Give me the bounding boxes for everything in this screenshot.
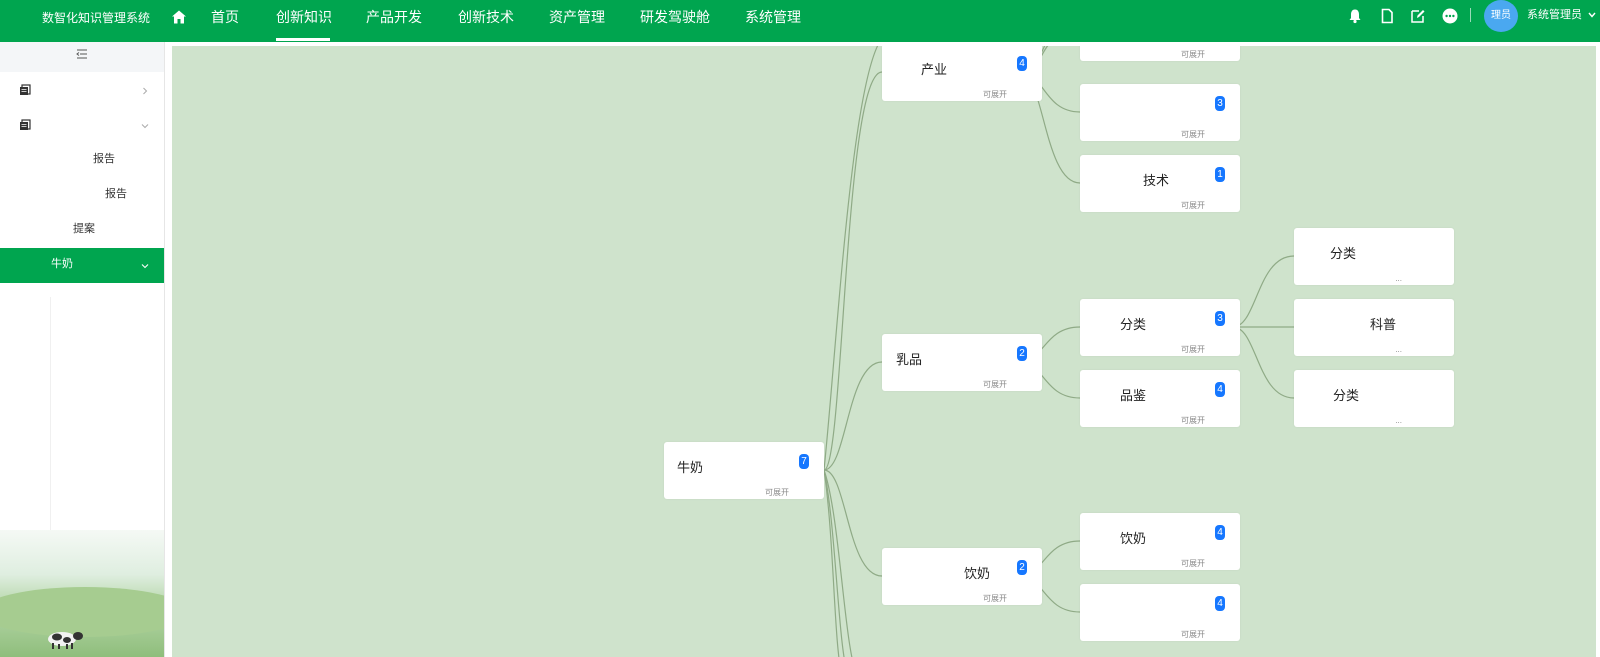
mindmap-node-milk-drinking-child-2[interactable]: 4 可展开	[1080, 584, 1240, 641]
node-count-badge: 2	[1017, 560, 1027, 575]
sidebar-item-report-1[interactable]: 报告	[0, 143, 164, 178]
mindmap-node-category-child-3[interactable]: 分类 ...	[1294, 370, 1454, 427]
node-label: 分类	[1330, 246, 1357, 261]
node-label: 饮奶	[1120, 531, 1147, 546]
sidebar-item-label: 报告	[93, 153, 115, 165]
chevron-down-icon	[141, 124, 149, 129]
node-expand-hint: 可展开	[983, 90, 1007, 99]
mindmap-node-root[interactable]: 牛奶 7 可展开	[664, 442, 824, 499]
mindmap-node-popular-science[interactable]: 科普 ...	[1294, 299, 1454, 356]
mindmap-node-industry-child-2[interactable]: 3 可展开	[1080, 84, 1240, 141]
app-title: 数智化知识管理系统	[42, 11, 151, 25]
node-count-badge: 3	[1215, 311, 1225, 326]
node-count-badge: 7	[799, 454, 809, 469]
sidebar-collapse-toggle[interactable]	[0, 42, 164, 72]
mindmap-node-milk-drinking[interactable]: 饮奶 2 可展开	[882, 548, 1042, 605]
sidebar-item-report-2[interactable]: 报告	[0, 178, 164, 213]
avatar[interactable]: 理员	[1484, 0, 1518, 32]
sidebar: 报告 报告 提案 牛奶	[0, 42, 165, 657]
nav-innovation-knowledge[interactable]: 创新知识	[276, 9, 332, 25]
home-icon[interactable]	[171, 9, 187, 25]
node-expand-hint: 可展开	[1181, 416, 1205, 425]
node-expand-hint: 可展开	[765, 488, 789, 497]
node-label: 技术	[1143, 173, 1170, 188]
node-label: 分类	[1333, 388, 1360, 403]
bell-icon[interactable]	[1347, 8, 1363, 24]
nav-asset-management[interactable]: 资产管理	[549, 9, 605, 25]
node-expand-hint: 可展开	[1181, 345, 1205, 354]
nav-product-development[interactable]: 产品开发	[366, 9, 422, 25]
more-icon[interactable]	[1442, 8, 1458, 24]
node-count-badge: 4	[1215, 382, 1225, 397]
top-navigation-bar: 数智化知识管理系统 首页 创新知识 产品开发 创新技术 资产管理 研发驾驶舱 系…	[0, 0, 1600, 42]
node-collapsed-hint: ...	[1395, 345, 1402, 354]
node-count-badge: 4	[1215, 525, 1225, 540]
document-stack-icon	[20, 119, 31, 130]
node-expand-hint: 可展开	[1181, 130, 1205, 139]
chevron-down-icon[interactable]	[1588, 12, 1596, 18]
mindmap-node-industry[interactable]: 产业 4 可展开	[882, 46, 1042, 101]
chevron-down-icon	[141, 264, 149, 269]
nav-innovation-technology[interactable]: 创新技术	[458, 9, 514, 25]
mindmap-node-milk-drinking-child-1[interactable]: 饮奶 4 可展开	[1080, 513, 1240, 570]
sidebar-item-label: 牛奶	[51, 258, 73, 270]
node-label: 饮奶	[964, 566, 991, 581]
collapse-icon[interactable]	[76, 49, 88, 59]
node-label: 乳品	[896, 352, 923, 367]
node-label: 产业	[921, 62, 948, 77]
sidebar-item-label: 提案	[73, 223, 95, 235]
node-count-badge: 4	[1017, 56, 1027, 71]
chevron-right-icon	[143, 87, 148, 95]
topbar-divider	[1470, 8, 1471, 22]
node-collapsed-hint: ...	[1395, 274, 1402, 283]
user-name[interactable]: 系统管理员	[1527, 9, 1582, 22]
node-collapsed-hint: ...	[1395, 416, 1402, 425]
nav-system-management[interactable]: 系统管理	[745, 9, 801, 25]
sidebar-item-proposal[interactable]: 提案	[0, 213, 164, 248]
sidebar-background-image	[0, 530, 164, 657]
node-count-badge: 4	[1215, 596, 1225, 611]
mindmap-node-tasting[interactable]: 品鉴 4 可展开	[1080, 370, 1240, 427]
node-expand-hint: 可展开	[1181, 201, 1205, 210]
nav-rd-cockpit[interactable]: 研发驾驶舱	[640, 9, 710, 25]
mindmap-node-technology[interactable]: 技术 1 可展开	[1080, 155, 1240, 212]
document-icon[interactable]	[1379, 8, 1395, 24]
node-label: 分类	[1120, 317, 1147, 332]
node-count-badge: 3	[1215, 96, 1225, 111]
sidebar-item-label: 报告	[105, 188, 127, 200]
mindmap-node-category[interactable]: 分类 3 可展开	[1080, 299, 1240, 356]
nav-home[interactable]: 首页	[211, 9, 239, 25]
cow-illustration	[48, 632, 83, 649]
mindmap-canvas[interactable]: 牛奶 7 可展开 产业 4 可展开 乳品 2 可展开 饮奶 2 可展开 可展开 …	[172, 46, 1596, 657]
document-stack-icon	[20, 84, 31, 95]
sidebar-item-milk[interactable]: 牛奶	[0, 248, 164, 283]
node-expand-hint: 可展开	[1181, 630, 1205, 639]
sidebar-menu-group-1[interactable]	[0, 73, 164, 108]
node-expand-hint: 可展开	[1181, 559, 1205, 568]
node-count-badge: 1	[1215, 167, 1225, 182]
node-count-badge: 2	[1017, 346, 1027, 361]
node-expand-hint: 可展开	[983, 380, 1007, 389]
mindmap-node-industry-child-1[interactable]: 可展开	[1080, 46, 1240, 61]
node-label: 牛奶	[677, 460, 704, 475]
nav-active-indicator	[276, 38, 330, 41]
sidebar-menu-group-2[interactable]	[0, 108, 164, 143]
node-expand-hint: 可展开	[1181, 50, 1205, 59]
mindmap-node-dairy[interactable]: 乳品 2 可展开	[882, 334, 1042, 391]
node-label: 科普	[1370, 317, 1397, 332]
node-expand-hint: 可展开	[983, 594, 1007, 603]
edit-icon[interactable]	[1410, 8, 1426, 24]
sidebar-divider	[50, 297, 51, 567]
node-label: 品鉴	[1120, 388, 1147, 403]
mindmap-node-category-child-1[interactable]: 分类 ...	[1294, 228, 1454, 285]
